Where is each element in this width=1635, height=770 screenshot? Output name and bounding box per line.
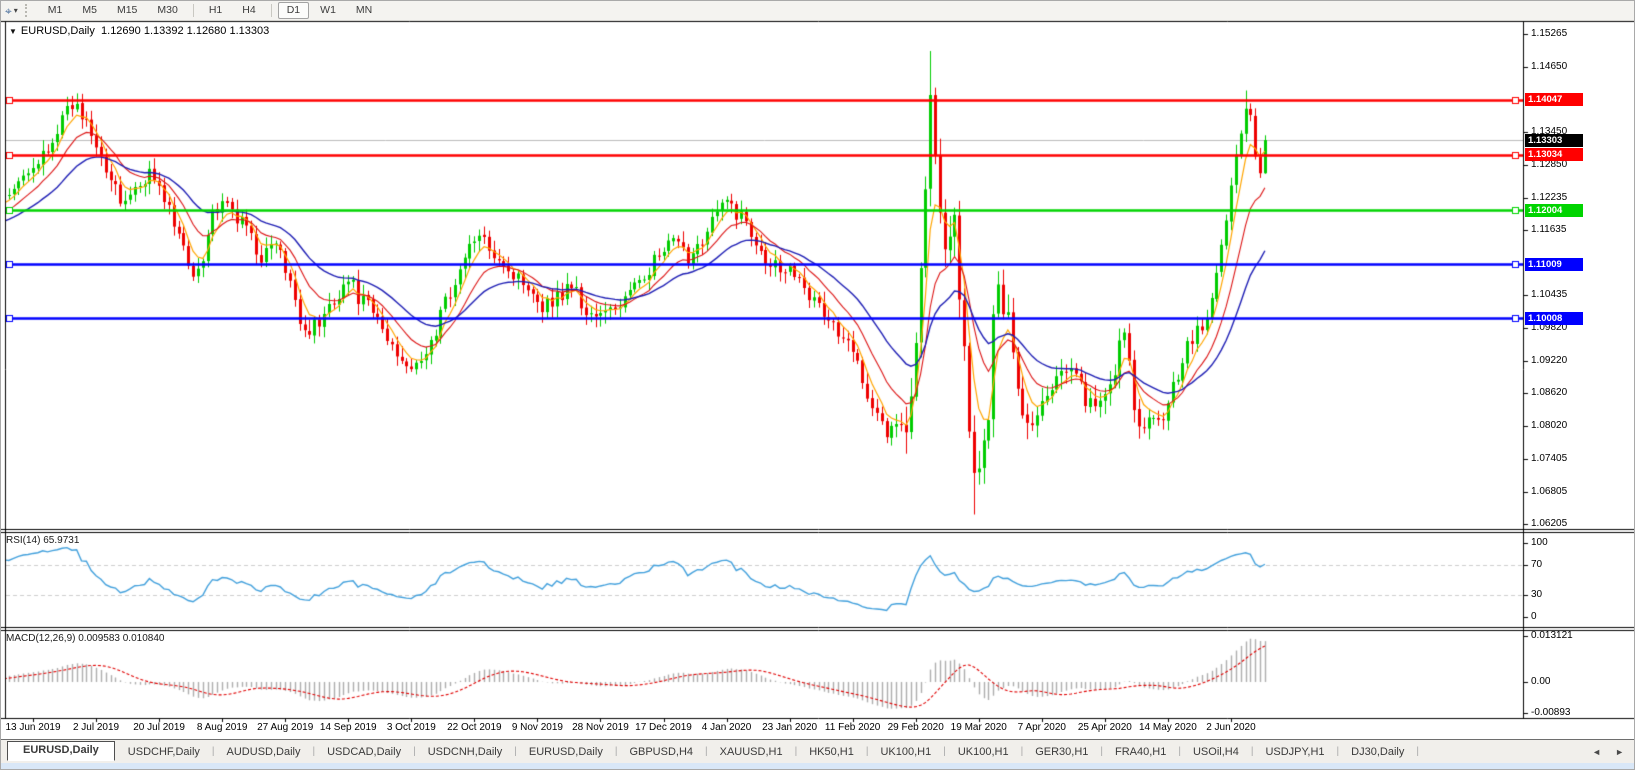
price-axis-tick: 1.15265 — [1531, 28, 1567, 39]
toolbar-grip-handle — [25, 4, 31, 17]
date-axis-label: 17 Dec 2019 — [635, 722, 692, 733]
support-line-label: 1.11009 — [1525, 258, 1583, 271]
timeframe-button-w1[interactable]: W1 — [311, 2, 345, 19]
date-axis-label: 7 Apr 2020 — [1018, 722, 1066, 733]
chart-tab-usoil-h4[interactable]: USOil,H4 — [1182, 743, 1250, 761]
chart-title-symbol: EURUSD,Daily — [21, 25, 95, 37]
resistance-line-label: 1.13034 — [1525, 148, 1583, 161]
date-axis-label: 8 Aug 2019 — [197, 722, 248, 733]
date-axis-label: 22 Oct 2019 — [447, 722, 501, 733]
date-axis-label: 29 Feb 2020 — [888, 722, 944, 733]
timeframe-button-h1[interactable]: H1 — [200, 2, 231, 19]
date-axis-label: 14 Sep 2019 — [320, 722, 377, 733]
price-axis-tick: 1.09220 — [1531, 355, 1567, 366]
toolbar-separator — [271, 4, 272, 17]
price-axis-tick: 1.14650 — [1531, 61, 1567, 72]
chart-tab-eurusd-daily[interactable]: EURUSD,Daily — [518, 743, 614, 761]
date-axis-label: 2 Jul 2019 — [73, 722, 119, 733]
chart-tabs: EURUSD,DailyUSDCHF,Daily|AUDUSD,Daily|US… — [1, 743, 1420, 761]
timeframe-button-m15[interactable]: M15 — [108, 2, 146, 19]
date-axis-label: 14 May 2020 — [1139, 722, 1197, 733]
timeframe-button-m30[interactable]: M30 — [148, 2, 186, 19]
date-axis-label: 20 Jul 2019 — [133, 722, 185, 733]
price-axis-tick: 1.07405 — [1531, 453, 1567, 464]
macd-axis-tick: 0.00 — [1531, 676, 1550, 687]
date-axis-label: 9 Nov 2019 — [512, 722, 563, 733]
timeframe-buttons: M1M5M15M30 H1H4 D1W1MN — [38, 2, 382, 19]
crosshair-tool-icon[interactable]: ⌖ — [1, 2, 14, 20]
date-axis-label: 23 Jan 2020 — [762, 722, 817, 733]
rsi-axis-tick: 30 — [1531, 589, 1542, 600]
tab-scroll-left-icon[interactable]: ◄ — [1592, 747, 1601, 757]
chart-tab-usdchf-daily[interactable]: USDCHF,Daily — [117, 743, 211, 761]
price-axis-tick: 1.06205 — [1531, 518, 1567, 529]
rsi-axis-tick: 100 — [1531, 537, 1548, 548]
date-axis-label: 28 Nov 2019 — [572, 722, 629, 733]
resistance-line-label: 1.14047 — [1525, 93, 1583, 106]
date-axis-label: 3 Oct 2019 — [387, 722, 436, 733]
tab-separator: | — [1415, 746, 1420, 757]
chart-title: ▼ EURUSD,Daily 1.12690 1.13392 1.12680 1.… — [9, 25, 269, 37]
chart-tab-audusd-daily[interactable]: AUDUSD,Daily — [216, 743, 312, 761]
timeframe-button-m5[interactable]: M5 — [73, 2, 106, 19]
date-axis-label: 13 Jun 2019 — [5, 722, 60, 733]
rsi-axis-tick: 70 — [1531, 559, 1542, 570]
rsi-label: RSI(14) 65.9731 — [6, 535, 79, 546]
collapse-triangle-icon[interactable]: ▼ — [9, 27, 17, 36]
macd-label: MACD(12,26,9) 0.009583 0.010840 — [6, 633, 164, 644]
timeframe-button-d1[interactable]: D1 — [278, 2, 309, 19]
timeframe-button-m1[interactable]: M1 — [39, 2, 72, 19]
chart-tab-usdjpy-h1[interactable]: USDJPY,H1 — [1254, 743, 1335, 761]
mt4-window: ⌖ ▾ M1M5M15M30 H1H4 D1W1MN ▼ EURUSD,Daily 1… — [0, 0, 1635, 770]
chart-tab-usdcad-daily[interactable]: USDCAD,Daily — [316, 743, 412, 761]
price-axis-tick: 1.08620 — [1531, 387, 1567, 398]
price-axis-tick: 1.11635 — [1531, 224, 1566, 235]
status-bar — [1, 763, 1635, 770]
macd-axis-tick: -0.00893 — [1531, 707, 1570, 718]
timeframe-button-h4[interactable]: H4 — [233, 2, 264, 19]
date-axis-label: 19 Mar 2020 — [951, 722, 1007, 733]
chart-tab-xauusd-h1[interactable]: XAUUSD,H1 — [709, 743, 794, 761]
chart-tab-eurusd-daily[interactable]: EURUSD,Daily — [7, 741, 115, 761]
chart-tab-uk100-h1[interactable]: UK100,H1 — [869, 743, 942, 761]
tab-scroll-right-icon[interactable]: ► — [1615, 747, 1624, 757]
timeframe-button-mn[interactable]: MN — [347, 2, 381, 19]
date-axis-label: 25 Apr 2020 — [1078, 722, 1132, 733]
toolbar-separator — [193, 4, 194, 17]
chart-title-ohlc: 1.12690 1.13392 1.12680 1.13303 — [101, 25, 269, 37]
date-axis-label: 2 Jun 2020 — [1206, 722, 1256, 733]
date-axis-label: 11 Feb 2020 — [825, 722, 880, 733]
support-line-label: 1.10008 — [1525, 312, 1583, 325]
support-line-label: 1.12004 — [1525, 204, 1583, 217]
chevron-down-icon[interactable]: ▾ — [14, 6, 22, 15]
chart-tab-dj30-daily[interactable]: DJ30,Daily — [1340, 743, 1415, 761]
chart-tab-bar: EURUSD,DailyUSDCHF,Daily|AUDUSD,Daily|US… — [1, 739, 1635, 763]
macd-axis-tick: 0.013121 — [1531, 630, 1573, 641]
rsi-axis-tick: 0 — [1531, 611, 1537, 622]
chart-tab-ger30-h1[interactable]: GER30,H1 — [1024, 743, 1099, 761]
chart-tab-uk100-h1[interactable]: UK100,H1 — [947, 743, 1020, 761]
chart-tab-fra40-h1[interactable]: FRA40,H1 — [1104, 743, 1177, 761]
chart-tab-usdcnh-daily[interactable]: USDCNH,Daily — [417, 743, 514, 761]
price-axis-tick: 1.12235 — [1531, 192, 1567, 203]
current-price-label: 1.13303 — [1525, 134, 1583, 147]
price-axis-tick: 1.06805 — [1531, 486, 1567, 497]
chart-tab-gbpusd-h4[interactable]: GBPUSD,H4 — [618, 743, 704, 761]
tab-scroll-arrows: ◄ ► — [1592, 747, 1624, 757]
chart-tab-hk50-h1[interactable]: HK50,H1 — [798, 743, 865, 761]
price-axis-tick: 1.08020 — [1531, 420, 1567, 431]
date-axis-label: 27 Aug 2019 — [257, 722, 313, 733]
date-axis-label: 4 Jan 2020 — [702, 722, 752, 733]
timeframe-toolbar: ⌖ ▾ M1M5M15M30 H1H4 D1W1MN — [1, 1, 1634, 21]
chart-canvas[interactable] — [1, 1, 1635, 770]
price-axis-tick: 1.10435 — [1531, 289, 1567, 300]
